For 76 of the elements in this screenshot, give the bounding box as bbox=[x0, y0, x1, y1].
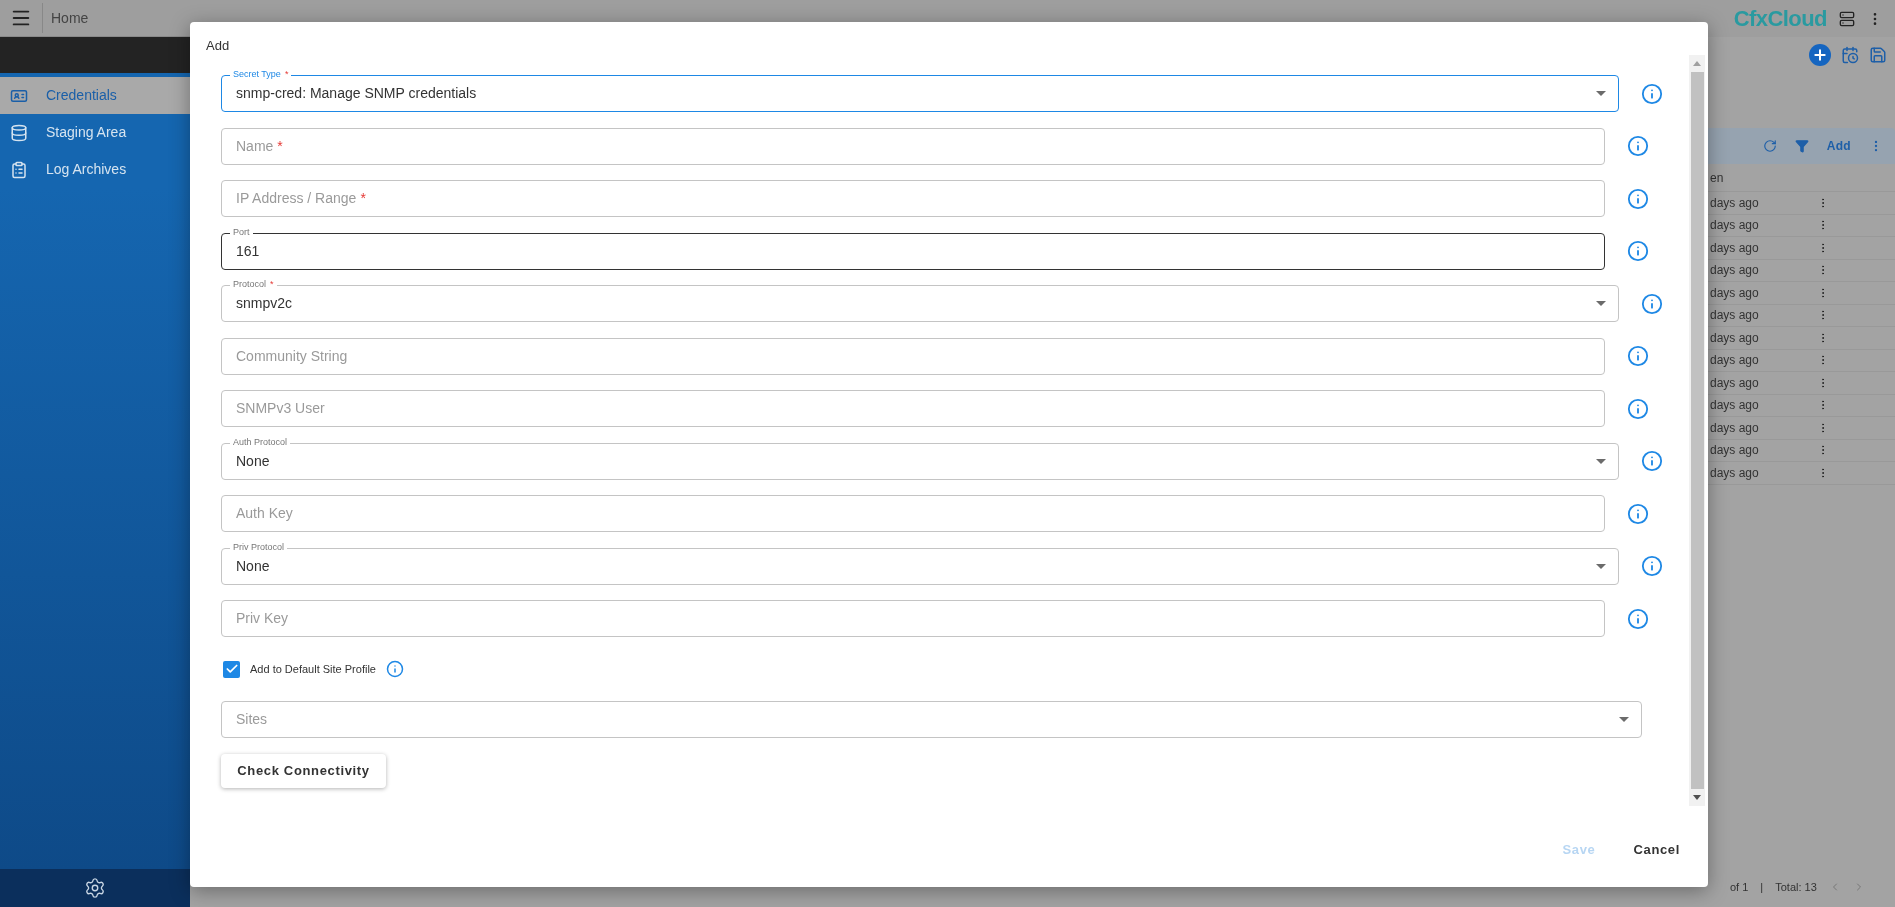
table-cell-text: days ago bbox=[1709, 194, 1760, 212]
dialog-title: Add bbox=[206, 36, 230, 55]
plus-icon bbox=[1812, 47, 1828, 63]
info-icon[interactable] bbox=[1641, 292, 1663, 315]
table-cell-text: days ago bbox=[1709, 329, 1760, 347]
caret-icon bbox=[1596, 91, 1606, 96]
caret-icon bbox=[1619, 717, 1629, 722]
scrollbar[interactable] bbox=[1689, 55, 1705, 806]
floating-label: Port bbox=[233, 226, 250, 238]
settings-icon[interactable] bbox=[84, 877, 106, 899]
check-connectivity-button[interactable]: Check Connectivity bbox=[221, 753, 386, 788]
dialog-button[interactable]: Cancel bbox=[1625, 833, 1688, 866]
info-icon[interactable] bbox=[1627, 135, 1649, 157]
page-count: of 1 bbox=[1730, 879, 1749, 895]
filter-icon[interactable] bbox=[1794, 139, 1809, 153]
floating-label: Priv Protocol bbox=[233, 541, 285, 553]
table-cell-text: days ago bbox=[1709, 374, 1760, 392]
info-icon[interactable] bbox=[1627, 240, 1649, 262]
placeholder-text: Auth Key bbox=[236, 504, 293, 523]
info-icon[interactable] bbox=[1627, 502, 1649, 525]
table-cell-text: days ago bbox=[1709, 397, 1760, 415]
required-asterisk: * bbox=[277, 136, 283, 156]
sidebar-item[interactable]: Staging Area bbox=[0, 114, 190, 151]
info-icon[interactable] bbox=[1627, 607, 1649, 630]
caret-icon bbox=[1596, 563, 1606, 569]
add-circle-button[interactable] bbox=[1809, 44, 1831, 66]
clipboard-icon bbox=[10, 160, 28, 179]
floating-label: Auth Protocol bbox=[233, 436, 288, 448]
table-cell-text: days ago bbox=[1709, 262, 1760, 280]
checkbox-label: Add to Default Site Profile bbox=[250, 661, 376, 677]
calendar-clock-icon[interactable] bbox=[1841, 46, 1859, 64]
database-icon bbox=[10, 123, 28, 142]
sidebar-item[interactable]: Credentials bbox=[0, 77, 190, 114]
column-header: en bbox=[1709, 169, 1725, 187]
separator-text: | bbox=[1760, 879, 1764, 895]
input-field[interactable]: Name * bbox=[221, 127, 1605, 165]
page-title: Home bbox=[51, 8, 89, 28]
save-icon[interactable] bbox=[1869, 46, 1887, 64]
table-cell-text: days ago bbox=[1709, 464, 1760, 482]
table-cell-text: days ago bbox=[1709, 419, 1760, 437]
scroll-down-icon[interactable] bbox=[1693, 795, 1701, 800]
table-cell-text: days ago bbox=[1709, 352, 1760, 370]
placeholder-text: Priv Key bbox=[236, 609, 289, 628]
info-icon[interactable] bbox=[1627, 345, 1649, 367]
required-asterisk: * bbox=[360, 189, 366, 208]
table-cell-text: days ago bbox=[1709, 284, 1760, 302]
placeholder-text: IP Address / Range bbox=[236, 189, 357, 208]
info-icon[interactable] bbox=[385, 660, 404, 678]
refresh-icon[interactable] bbox=[1762, 139, 1777, 153]
input-field[interactable]: IP Address / Range * bbox=[221, 180, 1605, 217]
info-icon[interactable] bbox=[1627, 397, 1649, 420]
add-link[interactable]: Add bbox=[1826, 137, 1851, 155]
input-field[interactable]: SNMPv3 User bbox=[221, 390, 1605, 427]
checkbox[interactable] bbox=[223, 660, 240, 678]
placeholder-text: SNMPv3 User bbox=[236, 399, 325, 418]
caret-icon bbox=[1596, 458, 1606, 464]
placeholder-text: Community String bbox=[236, 346, 348, 366]
total-count: Total: 13 bbox=[1775, 879, 1817, 895]
placeholder-text: Name bbox=[236, 136, 274, 156]
input-field[interactable]: Priv Key bbox=[221, 600, 1605, 637]
table-cell-text: days ago bbox=[1709, 307, 1760, 325]
table-cell-text: days ago bbox=[1709, 239, 1760, 257]
info-icon[interactable] bbox=[1627, 187, 1649, 210]
info-icon[interactable] bbox=[1641, 82, 1663, 105]
brand-logo: CfxCloud bbox=[1733, 5, 1827, 33]
scroll-up-icon[interactable] bbox=[1693, 61, 1701, 66]
info-icon[interactable] bbox=[1641, 555, 1663, 577]
info-icon[interactable] bbox=[1641, 450, 1663, 472]
table-cell-text: days ago bbox=[1709, 442, 1760, 460]
input-field[interactable]: Auth Key bbox=[221, 495, 1605, 532]
caret-icon bbox=[1596, 301, 1606, 306]
server-icon[interactable] bbox=[1839, 10, 1855, 27]
input-field[interactable]: Community String bbox=[221, 337, 1605, 375]
sites-select[interactable]: Sites bbox=[221, 701, 1642, 738]
sidebar-item[interactable]: Log Archives bbox=[0, 151, 190, 188]
table-cell-text: days ago bbox=[1709, 217, 1760, 235]
